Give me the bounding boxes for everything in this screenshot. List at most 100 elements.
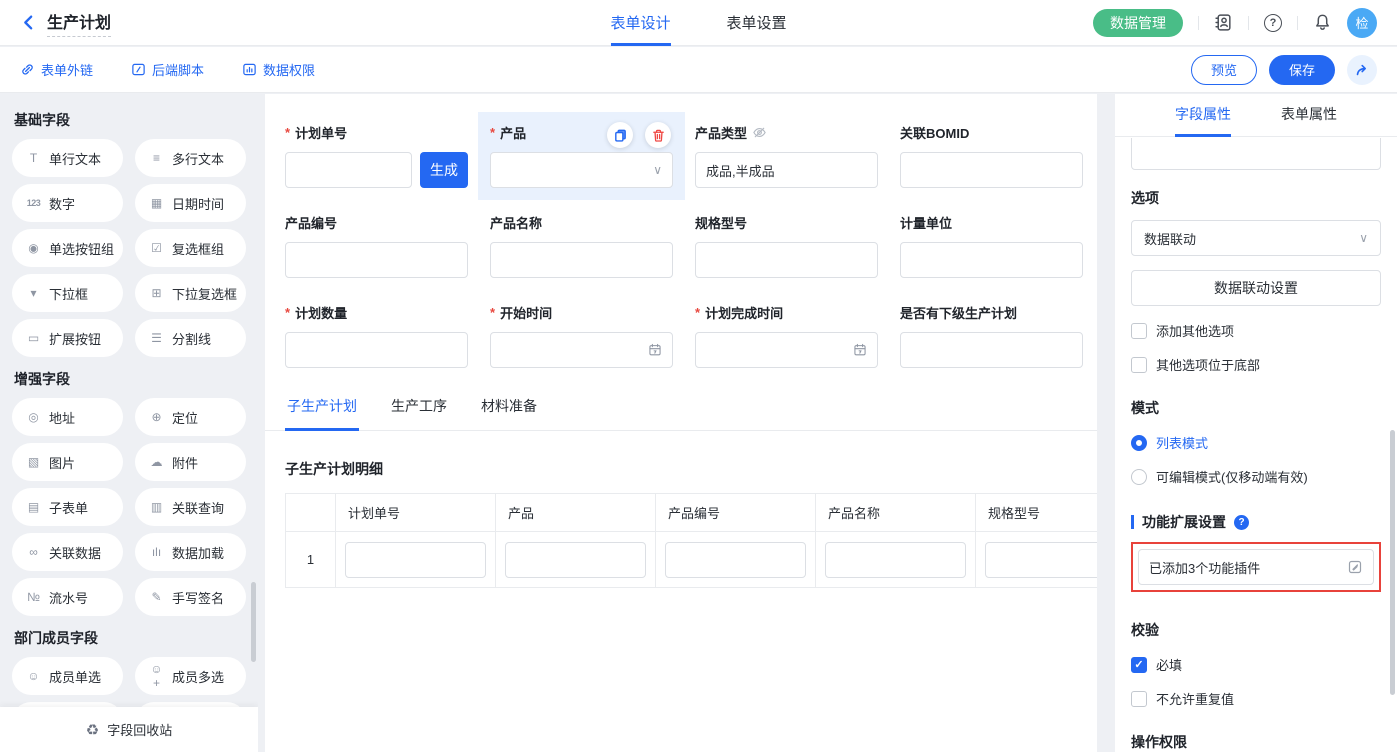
product-code-input[interactable] xyxy=(285,242,468,278)
checkbox-checked[interactable]: ✓ xyxy=(1131,657,1147,673)
sidebar-item-member-single[interactable]: ☺成员单选 xyxy=(12,657,123,695)
cell-input[interactable] xyxy=(345,542,486,578)
checkbox-row-add-other[interactable]: 添加其他选项 xyxy=(1131,321,1381,340)
sidebar-item-single-line-text[interactable]: T单行文本 xyxy=(12,139,123,177)
checkbox-row-no-duplicates[interactable]: 不允许重复值 xyxy=(1131,689,1381,708)
contacts-button[interactable] xyxy=(1214,13,1233,32)
radio-checked[interactable] xyxy=(1131,435,1147,451)
checkbox-unchecked[interactable] xyxy=(1131,357,1147,373)
help-icon[interactable]: ? xyxy=(1234,515,1249,530)
sidebar-item-multi-line-text[interactable]: ≡多行文本 xyxy=(135,139,246,177)
radio-row-list-mode[interactable]: 列表模式 xyxy=(1131,433,1381,452)
sidebar-item-linked-query[interactable]: ▥关联查询 xyxy=(135,488,246,526)
help-button[interactable]: ? xyxy=(1264,14,1282,32)
preview-button[interactable]: 预览 xyxy=(1191,55,1257,85)
sidebar-item-serial-number[interactable]: №流水号 xyxy=(12,578,123,616)
sidebar-item-member-multi[interactable]: ☺+成员多选 xyxy=(135,657,246,695)
field-product-selected[interactable]: * 产品 ∨ xyxy=(490,124,673,188)
radio-row-editable-mode[interactable]: 可编辑模式(仅移动端有效) xyxy=(1131,467,1381,486)
unit-input[interactable] xyxy=(900,242,1083,278)
generate-button[interactable]: 生成 xyxy=(420,152,468,188)
field-plan-number[interactable]: * 计划单号 生成 xyxy=(285,124,468,188)
product-select[interactable]: ∨ xyxy=(490,152,673,188)
data-permission-button[interactable]: 数据权限 xyxy=(242,60,315,79)
field-bom-id[interactable]: 关联BOMID xyxy=(900,124,1083,188)
sidebar-item-data-load[interactable]: ılı数据加载 xyxy=(135,533,246,571)
data-linkage-settings-button[interactable]: 数据联动设置 xyxy=(1131,270,1381,306)
form-external-link-button[interactable]: 表单外链 xyxy=(20,60,93,79)
share-button[interactable] xyxy=(1347,55,1377,85)
sidebar-item-dropdown-multi[interactable]: ⊞下拉复选框 xyxy=(135,274,246,312)
save-button[interactable]: 保存 xyxy=(1269,55,1335,85)
plan-number-input[interactable] xyxy=(285,152,412,188)
bom-id-input[interactable] xyxy=(900,152,1083,188)
tab-form-design[interactable]: 表单设计 xyxy=(610,0,670,46)
sidebar-item-image[interactable]: ▧图片 xyxy=(12,443,123,481)
field-spec-model[interactable]: 规格型号 xyxy=(695,214,878,278)
finish-time-input[interactable] xyxy=(695,332,878,368)
radio-unchecked[interactable] xyxy=(1131,469,1147,485)
tab-form-settings[interactable]: 表单设置 xyxy=(727,0,787,46)
option-type-select[interactable]: 数据联动 ∨ xyxy=(1131,220,1381,256)
field-unit[interactable]: 计量单位 xyxy=(900,214,1083,278)
backend-script-button[interactable]: 后端脚本 xyxy=(131,60,204,79)
sidebar-item-dropdown[interactable]: ▾下拉框 xyxy=(12,274,123,312)
sidebar-item-divider[interactable]: ☰分割线 xyxy=(135,319,246,357)
data-manage-button[interactable]: 数据管理 xyxy=(1093,9,1183,37)
cell-input[interactable] xyxy=(985,542,1097,578)
field-start-time[interactable]: * 开始时间 xyxy=(490,304,673,368)
start-time-input[interactable] xyxy=(490,332,673,368)
cell-input[interactable] xyxy=(505,542,646,578)
sidebar-item-radio-group[interactable]: ◉单选按钮组 xyxy=(12,229,123,267)
plan-quantity-input[interactable] xyxy=(285,332,468,368)
field-label: * 计划数量 xyxy=(285,304,468,320)
cell-input[interactable] xyxy=(665,542,806,578)
sidebar-item-subform[interactable]: ▤子表单 xyxy=(12,488,123,526)
tab-sub-production-plan[interactable]: 子生产计划 xyxy=(285,396,359,431)
avatar[interactable]: 检 xyxy=(1347,8,1377,38)
spec-model-input[interactable] xyxy=(695,242,878,278)
sidebar-item-location[interactable]: ⊕定位 xyxy=(135,398,246,436)
checkbox-unchecked[interactable] xyxy=(1131,691,1147,707)
tab-production-process[interactable]: 生产工序 xyxy=(389,396,449,431)
top-header: 生产计划 表单设计 表单设置 数据管理 ? xyxy=(0,0,1397,46)
product-name-input[interactable] xyxy=(490,242,673,278)
sidebar-item-label: 单行文本 xyxy=(49,149,101,168)
tab-material-preparation[interactable]: 材料准备 xyxy=(479,396,539,431)
sidebar-item-datetime[interactable]: ▦日期时间 xyxy=(135,184,246,222)
back-button[interactable] xyxy=(20,14,37,31)
tab-form-properties[interactable]: 表单属性 xyxy=(1281,94,1337,137)
checkbox-unchecked[interactable] xyxy=(1131,323,1147,339)
product-type-input[interactable]: 成品,半成品 xyxy=(695,152,878,188)
field-product-code[interactable]: 产品编号 xyxy=(285,214,468,278)
toolbar-link-label: 后端脚本 xyxy=(152,60,204,79)
sidebar-item-number[interactable]: 123数字 xyxy=(12,184,123,222)
sidebar-item-checkbox-group[interactable]: ☑复选框组 xyxy=(135,229,246,267)
field-recycle-bin[interactable]: ♻ 字段回收站 xyxy=(0,707,258,752)
extension-settings-label: 功能扩展设置 xyxy=(1142,512,1226,532)
checkbox-row-required[interactable]: ✓ 必填 xyxy=(1131,655,1381,674)
field-product-name[interactable]: 产品名称 xyxy=(490,214,673,278)
field-title-input[interactable] xyxy=(1131,138,1381,170)
field-finish-time[interactable]: * 计划完成时间 xyxy=(695,304,878,368)
panel-scrollbar[interactable] xyxy=(1390,430,1395,695)
plugin-summary-box[interactable]: 已添加3个功能插件 xyxy=(1138,549,1374,585)
sidebar-item-extend-button[interactable]: ▭扩展按钮 xyxy=(12,319,123,357)
copy-field-button[interactable] xyxy=(607,122,633,148)
sidebar-scrollbar[interactable] xyxy=(251,582,256,662)
sidebar-item-signature[interactable]: ✎手写签名 xyxy=(135,578,246,616)
field-has-sub-plan[interactable]: 是否有下级生产计划 xyxy=(900,304,1083,368)
checkbox-row-other-bottom[interactable]: 其他选项位于底部 xyxy=(1131,355,1381,374)
field-plan-quantity[interactable]: * 计划数量 xyxy=(285,304,468,368)
pin-icon: ◎ xyxy=(25,410,42,424)
field-product-type[interactable]: 产品类型 成品,半成品 xyxy=(695,124,878,188)
cell-input[interactable] xyxy=(825,542,966,578)
has-sub-plan-input[interactable] xyxy=(900,332,1083,368)
sidebar-item-address[interactable]: ◎地址 xyxy=(12,398,123,436)
delete-field-button[interactable] xyxy=(645,122,671,148)
table-cell xyxy=(336,532,496,588)
tab-field-properties[interactable]: 字段属性 xyxy=(1175,94,1231,137)
notifications-button[interactable] xyxy=(1313,13,1332,32)
sidebar-item-attachment[interactable]: ☁附件 xyxy=(135,443,246,481)
sidebar-item-linked-data[interactable]: ∞关联数据 xyxy=(12,533,123,571)
